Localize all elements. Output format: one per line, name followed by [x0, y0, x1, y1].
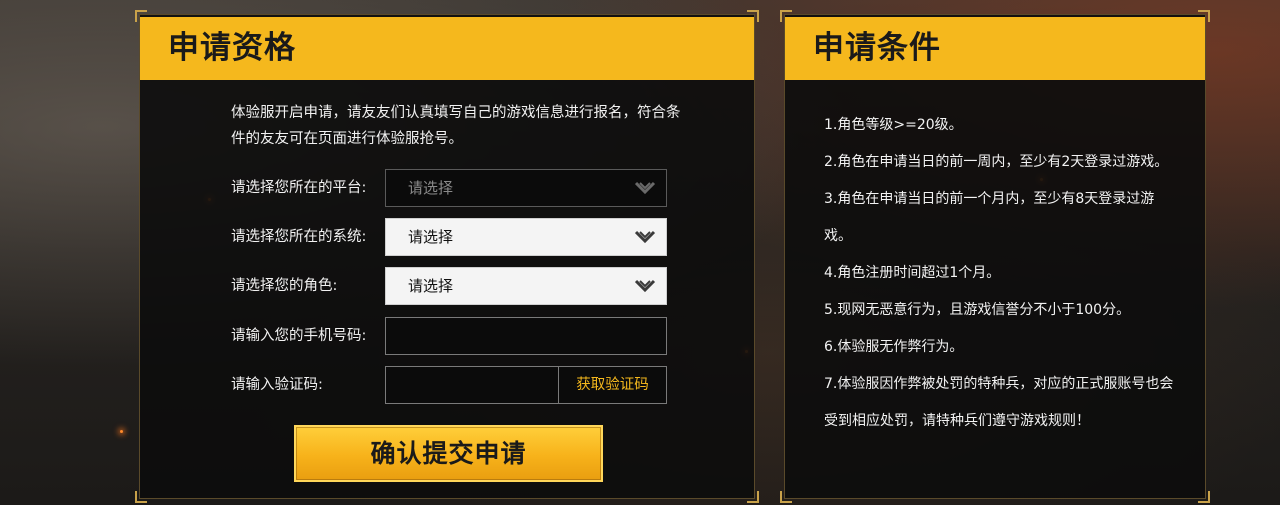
- corner-ornament: [135, 491, 147, 503]
- system-select[interactable]: 请选择: [385, 218, 667, 256]
- condition-item: 1.角色等级>=20级。: [824, 117, 963, 133]
- system-select-value: 请选择: [408, 228, 454, 246]
- chevron-down-icon: [634, 181, 656, 195]
- condition-item: 6.体验服无作弊行为。: [824, 339, 964, 355]
- platform-label: 请选择您所在的平台:: [231, 180, 367, 196]
- phone-label: 请输入您的手机号码:: [231, 328, 367, 344]
- system-label: 请选择您所在的系统:: [231, 229, 367, 245]
- code-label: 请输入验证码:: [231, 377, 323, 393]
- condition-item: 4.角色注册时间超过1个月。: [824, 265, 1001, 281]
- corner-ornament: [747, 491, 759, 503]
- chevron-down-icon: [634, 279, 656, 293]
- application-eligibility-panel: 申请资格 体验服开启申请，请友友们认真填写自己的游戏信息进行报名，符合条件的友友…: [135, 10, 759, 503]
- platform-select[interactable]: 请选择: [385, 169, 667, 207]
- panel-title: 申请条件: [813, 30, 941, 66]
- condition-item: 3.角色在申请当日的前一个月内，至少有8天登录过游戏。: [824, 191, 1155, 244]
- panel-header: 申请条件: [785, 17, 1205, 80]
- intro-text: 体验服开启申请，请友友们认真填写自己的游戏信息进行报名，符合条件的友友可在页面进…: [231, 105, 681, 147]
- corner-ornament: [1198, 491, 1210, 503]
- ember-decoration: [120, 430, 123, 433]
- submit-application-button[interactable]: 确认提交申请: [294, 425, 603, 482]
- get-code-button[interactable]: 获取验证码: [558, 366, 667, 404]
- panel-header: 申请资格: [140, 17, 754, 80]
- chevron-down-icon: [634, 230, 656, 244]
- phone-input[interactable]: [385, 317, 667, 355]
- platform-select-value: 请选择: [408, 179, 454, 197]
- condition-item: 7.体验服因作弊被处罚的特种兵，对应的正式服账号也会受到相应处罚，请特种兵们遵守…: [824, 376, 1174, 429]
- panel-title: 申请资格: [168, 30, 296, 66]
- condition-item: 5.现网无恶意行为，且游戏信誉分不小于100分。: [824, 302, 1131, 318]
- condition-item: 2.角色在申请当日的前一周内，至少有2天登录过游戏。: [824, 154, 1169, 170]
- corner-ornament: [780, 491, 792, 503]
- conditions-list: 1.角色等级>=20级。 2.角色在申请当日的前一周内，至少有2天登录过游戏。 …: [824, 107, 1176, 440]
- role-label: 请选择您的角色:: [231, 278, 338, 294]
- verification-code-input[interactable]: [385, 366, 559, 404]
- role-select[interactable]: 请选择: [385, 267, 667, 305]
- application-conditions-panel: 申请条件 1.角色等级>=20级。 2.角色在申请当日的前一周内，至少有2天登录…: [780, 10, 1210, 503]
- role-select-value: 请选择: [408, 277, 454, 295]
